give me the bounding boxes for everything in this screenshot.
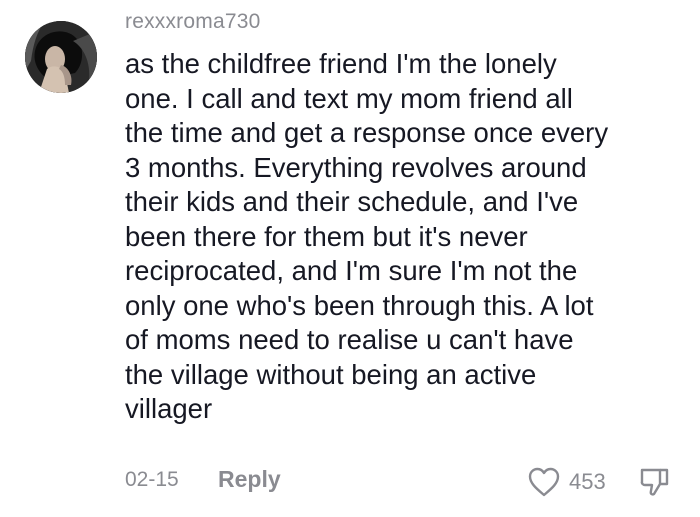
comment-text-line: as the childfree friend I'm the lonely — [125, 48, 557, 79]
heart-outline-icon — [528, 467, 560, 497]
avatar[interactable] — [25, 21, 97, 93]
comment-text-line: the time and get a response once every — [125, 117, 609, 148]
comment-text-line: reciprocated, and I'm sure I'm not the — [125, 255, 578, 286]
like-button[interactable]: 453 — [527, 464, 606, 500]
username[interactable]: rexxxroma730 — [125, 8, 260, 36]
comment-date: 02-15 — [125, 468, 179, 491]
comment-text-line: of moms need to realise u can't have — [125, 324, 574, 355]
comment-text-line: one. I call and text my mom friend all — [125, 82, 573, 114]
comment-footer: 02-15 Reply 453 — [0, 462, 700, 502]
thumbs-down-icon — [640, 468, 669, 496]
comment-text-line: the village without being an active — [125, 358, 537, 390]
avatar-image — [25, 21, 97, 93]
comment-text-line: only one who's been through this. A lot — [125, 289, 594, 321]
comment-text-line: been there for them but it's never — [125, 220, 528, 252]
like-count: 453 — [569, 469, 606, 494]
comment-item: rexxxroma730 as the childfree friend I'm… — [0, 0, 700, 517]
comment-text-line: 3 months. Everything revolves around — [125, 151, 587, 183]
comment-text: as the childfree friend I'm the lonely o… — [125, 47, 685, 427]
comment-text-line: their kids and their schedule, and I've — [125, 186, 579, 217]
comment-text-line: villager — [125, 393, 213, 424]
reply-button[interactable]: Reply — [218, 466, 281, 493]
dislike-button[interactable] — [637, 464, 673, 500]
